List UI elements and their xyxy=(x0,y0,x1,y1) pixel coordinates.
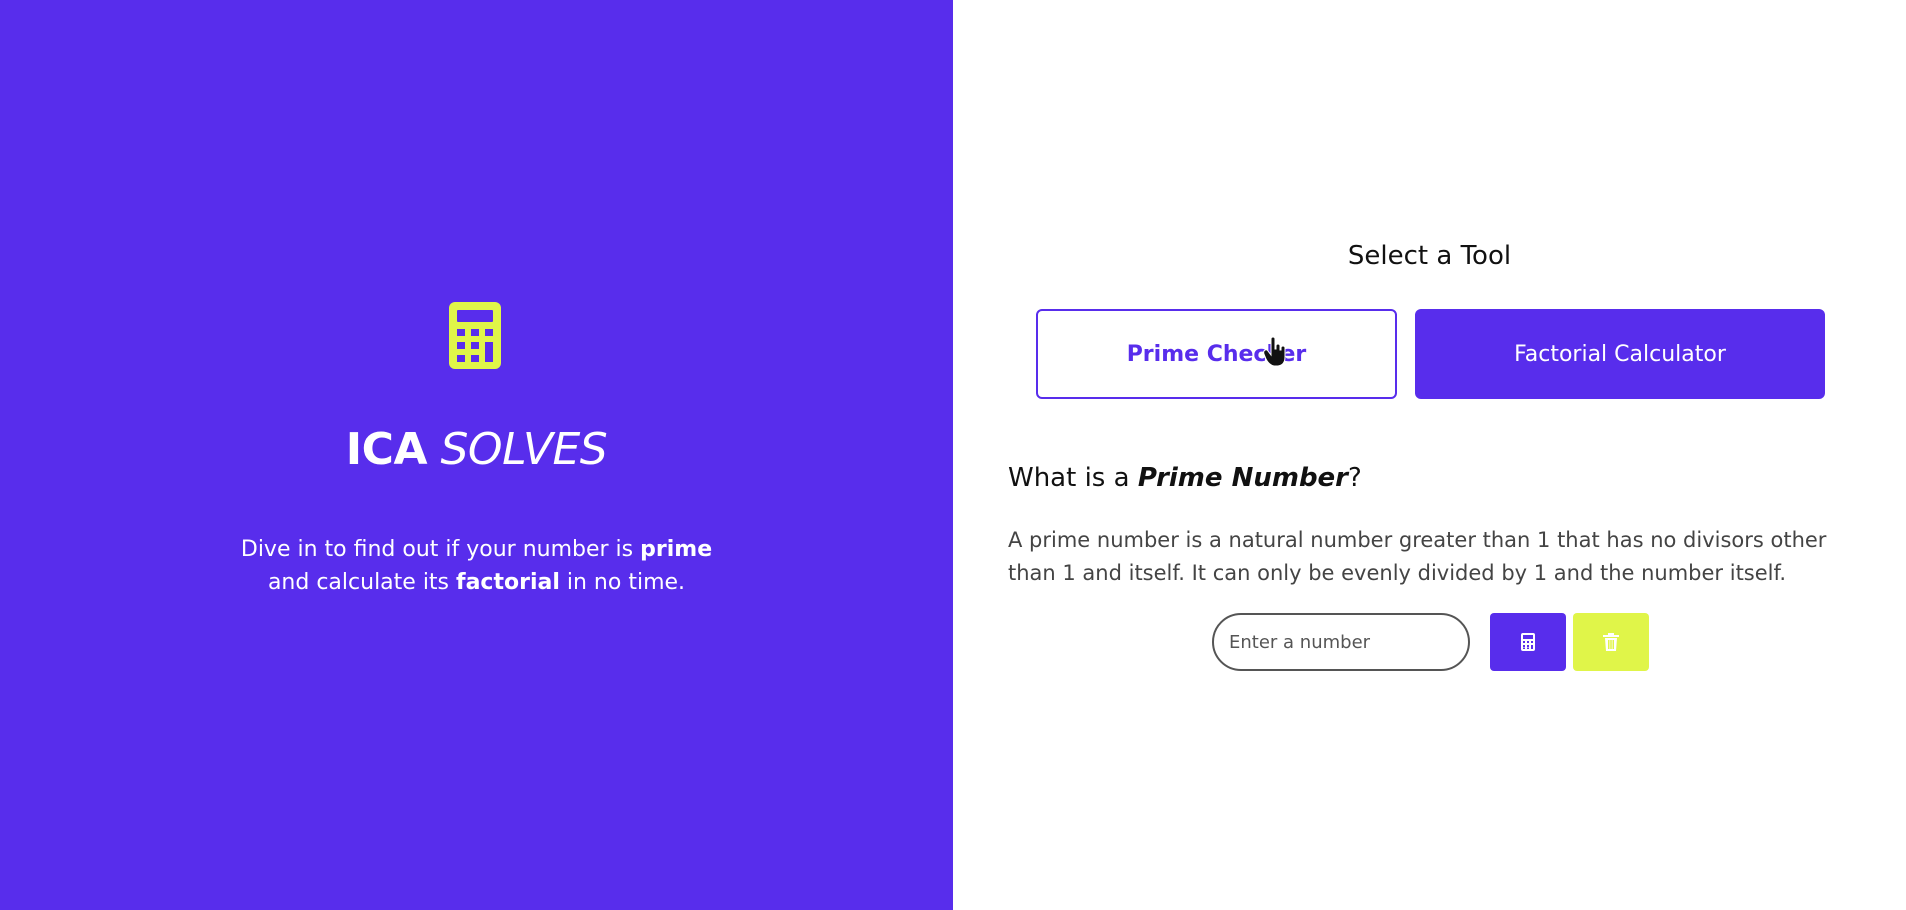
hero-panel: ICA SOLVES Dive in to find out if your n… xyxy=(0,0,953,910)
tagline-line-2: and calculate its factorial in no time. xyxy=(0,566,953,599)
section-description: A prime number is a natural number great… xyxy=(1008,528,1827,585)
tagline-text: Dive in to find out if your number is xyxy=(240,537,641,562)
tagline-text: in no time. xyxy=(559,570,686,595)
brand-title-italic: SOLVES xyxy=(440,424,608,475)
brand-title-bold: ICA xyxy=(345,424,428,475)
factorial-calculator-label: Factorial Calculator xyxy=(1514,341,1726,367)
tagline-text: and calculate its xyxy=(267,570,457,595)
factorial-calculator-button[interactable]: Factorial Calculator xyxy=(1415,309,1825,399)
tagline: Dive in to find out if your number is pr… xyxy=(0,533,953,599)
section-title-text: What is a xyxy=(1008,463,1138,493)
tagline-line-1: Dive in to find out if your number is pr… xyxy=(0,533,953,566)
select-tool-heading: Select a Tool xyxy=(1347,241,1512,271)
tagline-emphasis-factorial: factorial xyxy=(456,570,560,595)
calculator-icon xyxy=(1521,633,1535,651)
section-title-text: ? xyxy=(1348,463,1362,493)
tagline-emphasis-prime: prime xyxy=(640,537,713,562)
brand-title: ICA SOLVES xyxy=(0,420,953,480)
hand-pointer-icon xyxy=(1263,337,1286,367)
section-title-emphasis: Prime Number xyxy=(1137,463,1349,493)
calculator-icon xyxy=(449,302,501,369)
section-title: What is a Prime Number? xyxy=(1008,458,1362,498)
trash-icon xyxy=(1603,633,1619,651)
app: ICA SOLVES Dive in to find out if your n… xyxy=(0,0,1906,910)
tool-panel: Select a Tool Prime Checker Factorial Ca… xyxy=(953,0,1906,910)
clear-button[interactable] xyxy=(1573,613,1649,671)
number-input[interactable] xyxy=(1212,613,1470,671)
calculate-button[interactable] xyxy=(1490,613,1566,671)
prime-checker-button[interactable]: Prime Checker xyxy=(1036,309,1397,399)
